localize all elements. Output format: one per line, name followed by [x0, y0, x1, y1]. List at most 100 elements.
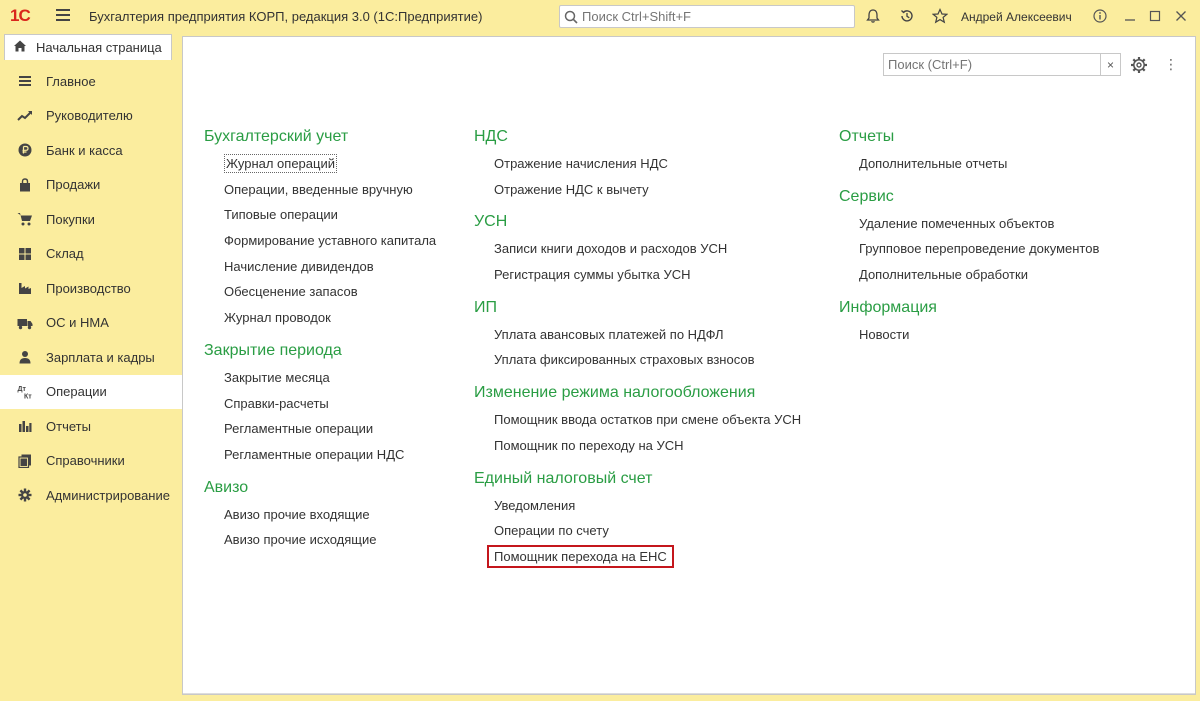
sidebar-item-production[interactable]: Производство: [0, 271, 182, 306]
sidebar-item-warehouse[interactable]: Склад: [0, 237, 182, 272]
section-title: НДС: [474, 128, 508, 145]
sidebar-item-assets[interactable]: ОС и НМА: [0, 306, 182, 341]
panel-search-input[interactable]: [884, 57, 1100, 72]
global-search[interactable]: [559, 5, 855, 28]
app-logo[interactable]: 1С: [10, 6, 44, 26]
panel-bottom-border: [183, 693, 1195, 694]
link-entries-journal[interactable]: Журнал проводок: [204, 305, 436, 331]
list-icon: [17, 73, 33, 89]
sidebar-item-label: Справочники: [46, 453, 125, 469]
home-tab-label: Начальная страница: [36, 40, 162, 55]
link-ens-transition-assistant[interactable]: Помощник перехода на ЕНС: [474, 544, 801, 570]
sidebar-item-label: Продажи: [46, 177, 101, 193]
sidebar-item-manager[interactable]: Руководителю: [0, 99, 182, 134]
section-title: Информация: [839, 298, 937, 316]
ruble-coin-icon: [17, 142, 33, 158]
sidebar-item-operations[interactable]: Дт Кт Операции: [0, 374, 182, 409]
link-inventory-impairment[interactable]: Обесценение запасов: [204, 279, 436, 305]
sidebar-item-label: ОС и НМА: [46, 315, 109, 331]
person-icon: [17, 349, 33, 365]
sidebar-item-label: Главное: [46, 73, 96, 89]
panel-search[interactable]: ×: [883, 53, 1121, 76]
link-manual-operations[interactable]: Операции, введенные вручную: [204, 177, 436, 203]
link-usn-ledger[interactable]: Записи книги доходов и расходов УСН: [474, 236, 801, 262]
sidebar-item-purchases[interactable]: Покупки: [0, 202, 182, 237]
title-bar: 1С Бухгалтерия предприятия КОРП, редакци…: [0, 0, 1200, 32]
tab-home-page[interactable]: Начальная страница: [4, 34, 172, 60]
sidebar-item-label: Отчеты: [46, 418, 91, 434]
sidebar-item-label: Зарплата и кадры: [46, 349, 155, 365]
sidebar-item-bank[interactable]: Банк и касса: [0, 133, 182, 168]
link-vat-accrual[interactable]: Отражение начисления НДС: [474, 151, 801, 177]
clear-search-button[interactable]: ×: [1100, 54, 1120, 75]
cart-icon: [17, 211, 33, 227]
link-routine-operations[interactable]: Регламентные операции: [204, 416, 436, 442]
section-title: Закрытие периода: [204, 341, 342, 359]
sidebar-item-catalogs[interactable]: Справочники: [0, 444, 182, 479]
section-title: УСН: [474, 213, 508, 231]
sidebar-item-administration[interactable]: Администрирование: [0, 478, 182, 513]
sidebar-item-label: Банк и касса: [46, 142, 123, 158]
link-vat-deduction[interactable]: Отражение НДС к вычету: [474, 177, 801, 203]
minimize-icon[interactable]: [1121, 7, 1139, 25]
sidebar-item-label: Склад: [46, 246, 84, 262]
app-title: Бухгалтерия предприятия КОРП, редакция 3…: [89, 9, 483, 24]
link-usn-balance-assistant[interactable]: Помощник ввода остатков при смене объект…: [474, 407, 801, 433]
link-month-close[interactable]: Закрытие месяца: [204, 365, 436, 391]
truck-icon: [17, 315, 33, 331]
bell-icon[interactable]: [865, 8, 881, 24]
sidebar-item-payroll[interactable]: Зарплата и кадры: [0, 340, 182, 375]
link-calculations[interactable]: Справки-расчеты: [204, 391, 436, 417]
link-aviso-incoming[interactable]: Авизо прочие входящие: [204, 502, 436, 528]
gear-icon: [17, 487, 33, 503]
history-icon[interactable]: [899, 8, 915, 24]
bar-chart-icon: [17, 418, 33, 434]
section-title: Единый налоговый счет: [474, 469, 653, 487]
home-icon: [13, 39, 27, 56]
link-fixed-insurance[interactable]: Уплата фиксированных страховых взносов: [474, 347, 801, 373]
sidebar-item-reports[interactable]: Отчеты: [0, 409, 182, 444]
link-authorized-capital[interactable]: Формирование уставного капитала: [204, 228, 436, 254]
close-icon[interactable]: [1172, 7, 1190, 25]
link-standard-operations[interactable]: Типовые операции: [204, 202, 436, 228]
sidebar-item-label: Производство: [46, 280, 131, 296]
link-delete-marked[interactable]: Удаление помеченных объектов: [839, 211, 1099, 237]
global-search-input[interactable]: [582, 9, 842, 24]
sidebar-item-label: Покупки: [46, 211, 95, 227]
sidebar-item-sales[interactable]: Продажи: [0, 168, 182, 203]
factory-icon: [17, 280, 33, 296]
link-additional-reports[interactable]: Дополнительные отчеты: [839, 151, 1099, 177]
maximize-icon[interactable]: [1146, 7, 1164, 25]
section-title: Бухгалтерский учет: [204, 128, 349, 145]
column-1: Бухгалтерский учет Журнал операций Опера…: [204, 125, 436, 553]
bag-icon: [17, 177, 33, 193]
settings-gear-icon[interactable]: [1130, 56, 1148, 74]
link-ndfl-advance[interactable]: Уплата авансовых платежей по НДФЛ: [474, 322, 801, 348]
link-journal-operations[interactable]: Журнал операций: [204, 151, 436, 177]
link-notifications[interactable]: Уведомления: [474, 493, 801, 519]
books-icon: [17, 453, 33, 469]
link-group-reposting[interactable]: Групповое перепроведение документов: [839, 236, 1099, 262]
link-aviso-outgoing[interactable]: Авизо прочие исходящие: [204, 527, 436, 553]
link-additional-processing[interactable]: Дополнительные обработки: [839, 262, 1099, 288]
kt-label: Кт: [24, 393, 32, 400]
column-2: НДС Отражение начисления НДС Отражение Н…: [474, 125, 801, 570]
user-name[interactable]: Андрей Алексеевич: [961, 10, 1072, 24]
search-icon: [560, 10, 582, 24]
info-icon[interactable]: [1091, 7, 1109, 25]
sidebar: Главное Руководителю Банк и касса Продаж…: [0, 64, 182, 513]
link-news[interactable]: Новости: [839, 322, 1099, 348]
sidebar-item-label: Операции: [46, 384, 107, 400]
link-dividends[interactable]: Начисление дивидендов: [204, 254, 436, 280]
more-icon[interactable]: ⋮: [1164, 56, 1178, 73]
star-icon[interactable]: [931, 8, 949, 24]
link-account-operations[interactable]: Операции по счету: [474, 518, 801, 544]
section-title: Сервис: [839, 187, 894, 205]
main-menu-button[interactable]: [56, 9, 70, 23]
link-routine-vat-operations[interactable]: Регламентные операции НДС: [204, 442, 436, 468]
section-title: Отчеты: [839, 128, 895, 145]
sidebar-item-main[interactable]: Главное: [0, 64, 182, 99]
column-3: Отчеты Дополнительные отчеты Сервис Удал…: [839, 125, 1099, 347]
link-usn-transition-assistant[interactable]: Помощник по переходу на УСН: [474, 433, 801, 459]
link-usn-loss[interactable]: Регистрация суммы убытка УСН: [474, 262, 801, 288]
